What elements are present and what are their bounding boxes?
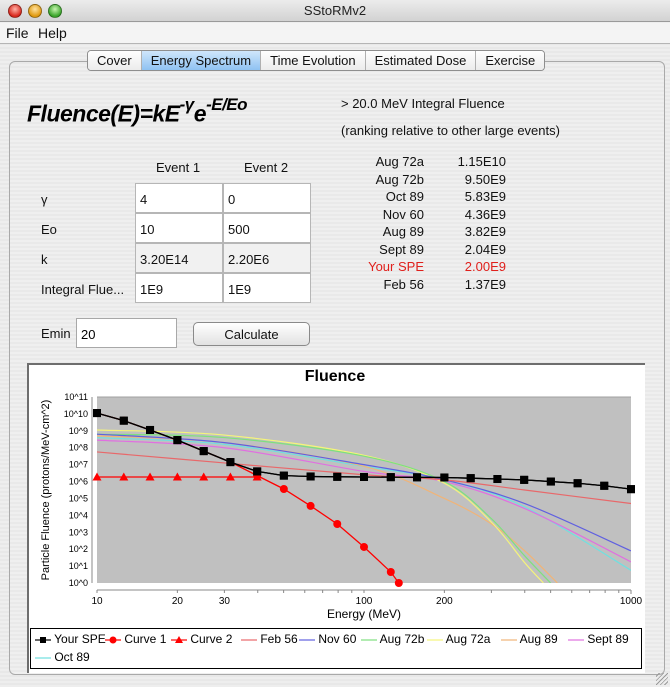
data-point-your-spe (440, 473, 449, 482)
data-point-your-spe (333, 472, 342, 481)
tab-estimated-dose[interactable]: Estimated Dose (365, 51, 477, 70)
y-tick-label: 10^2 (69, 544, 88, 554)
legend-label: Your SPE (54, 632, 106, 646)
legend-symbol-icon (171, 635, 187, 643)
chart-legend: Your SPE Curve 1 Curve 2 Feb 56 Nov 60 A… (30, 628, 642, 669)
y-tick-label: 10^10 (64, 409, 88, 419)
legend-symbol-icon (35, 636, 51, 643)
data-point-your-spe (146, 425, 155, 434)
y-axis-label: Particle Fluence (protons/MeV-cm^2) (40, 400, 52, 581)
fluence-chart: 10^0 10^1 10^2 10^3 10^4 10^5 10^6 10^7 10^8 10^9… (40, 392, 643, 621)
legend-item: Aug 89 (501, 632, 558, 646)
y-tick-label: 10^4 (69, 510, 88, 520)
x-tick-label: 20 (172, 596, 184, 607)
tab-cover[interactable]: Cover (88, 51, 142, 70)
data-point-your-spe (253, 467, 262, 476)
x-axis-label: Energy (MeV) (327, 607, 401, 621)
legend-label: Sept 89 (587, 632, 629, 646)
data-point-your-spe (306, 472, 315, 481)
x-tick-label: 1000 (620, 596, 643, 607)
data-point-your-spe (466, 474, 475, 483)
legend-label: Aug 72a (445, 632, 491, 646)
data-point-your-spe (279, 471, 288, 480)
legend-symbol-icon (105, 636, 121, 644)
y-tick-label: 10^5 (69, 493, 88, 503)
legend-symbol-icon (361, 639, 377, 641)
data-point-your-spe (119, 416, 128, 425)
data-point-curve-1 (279, 484, 288, 493)
tab-exercise[interactable]: Exercise (476, 51, 545, 70)
data-point-your-spe (199, 447, 208, 456)
tab-time-evolution[interactable]: Time Evolution (261, 51, 366, 70)
legend-item: Oct 89 (35, 650, 90, 664)
legend-label: Aug 89 (519, 632, 558, 646)
y-tick-label: 10^11 (64, 392, 88, 402)
data-point-curve-1 (333, 519, 342, 528)
data-point-your-spe (546, 477, 555, 486)
legend-item: Curve 1 (105, 632, 166, 646)
data-point-your-spe (493, 475, 502, 484)
x-tick-label: 100 (356, 596, 373, 607)
resize-grip[interactable] (656, 673, 668, 685)
data-point-your-spe (413, 473, 422, 482)
y-tick-label: 10^0 (69, 578, 88, 588)
data-point-your-spe (386, 473, 395, 482)
legend-item: Aug 72b (361, 632, 424, 646)
legend-item: Curve 2 (171, 632, 232, 646)
data-point-curve-1 (306, 501, 315, 510)
legend-item: Nov 60 (299, 632, 356, 646)
y-tick-label: 10^3 (69, 527, 88, 537)
data-point-your-spe (600, 481, 609, 490)
legend-symbol-icon (299, 639, 315, 641)
data-point-your-spe (226, 458, 235, 467)
data-point-your-spe (627, 485, 635, 494)
legend-label: Nov 60 (318, 632, 357, 646)
y-tick-label: 10^9 (69, 426, 88, 436)
legend-label: Curve 1 (124, 632, 167, 646)
legend-label: Feb 56 (260, 632, 298, 646)
data-point-your-spe (520, 475, 529, 484)
data-point-your-spe (93, 409, 101, 418)
legend-symbol-icon (35, 657, 51, 659)
legend-symbol-icon (568, 639, 584, 641)
legend-label: Aug 72b (379, 632, 425, 646)
legend-item: Aug 72a (427, 632, 490, 646)
legend-symbol-icon (427, 639, 443, 641)
y-tick-label: 10^6 (69, 477, 88, 487)
data-point-curve-1 (360, 542, 368, 551)
app-window: SStoRMv2 File Help Cover Energy Spectrum… (0, 0, 670, 687)
data-point-curve-1 (386, 568, 395, 577)
y-tick-label: 10^1 (69, 561, 88, 571)
data-point-your-spe (173, 436, 182, 445)
x-tick-label: 30 (219, 596, 231, 607)
data-point-your-spe (573, 479, 582, 488)
tab-bar: Cover Energy Spectrum Time Evolution Est… (87, 50, 546, 71)
legend-symbol-icon (241, 639, 257, 641)
y-tick-label: 10^8 (69, 443, 88, 453)
legend-item: Feb 56 (241, 632, 298, 646)
legend-label: Oct 89 (54, 650, 90, 664)
legend-item: Sept 89 (568, 632, 629, 646)
data-point-curve-1 (394, 579, 403, 587)
y-tick-label: 10^7 (69, 460, 88, 470)
x-tick-label: 200 (436, 596, 453, 607)
x-tick-label: 10 (91, 596, 103, 607)
plot-area (97, 397, 631, 583)
tab-energy-spectrum[interactable]: Energy Spectrum (141, 51, 262, 70)
legend-item: Your SPE (35, 632, 106, 646)
data-point-your-spe (360, 472, 368, 481)
legend-label: Curve 2 (190, 632, 233, 646)
legend-symbol-icon (501, 639, 517, 641)
